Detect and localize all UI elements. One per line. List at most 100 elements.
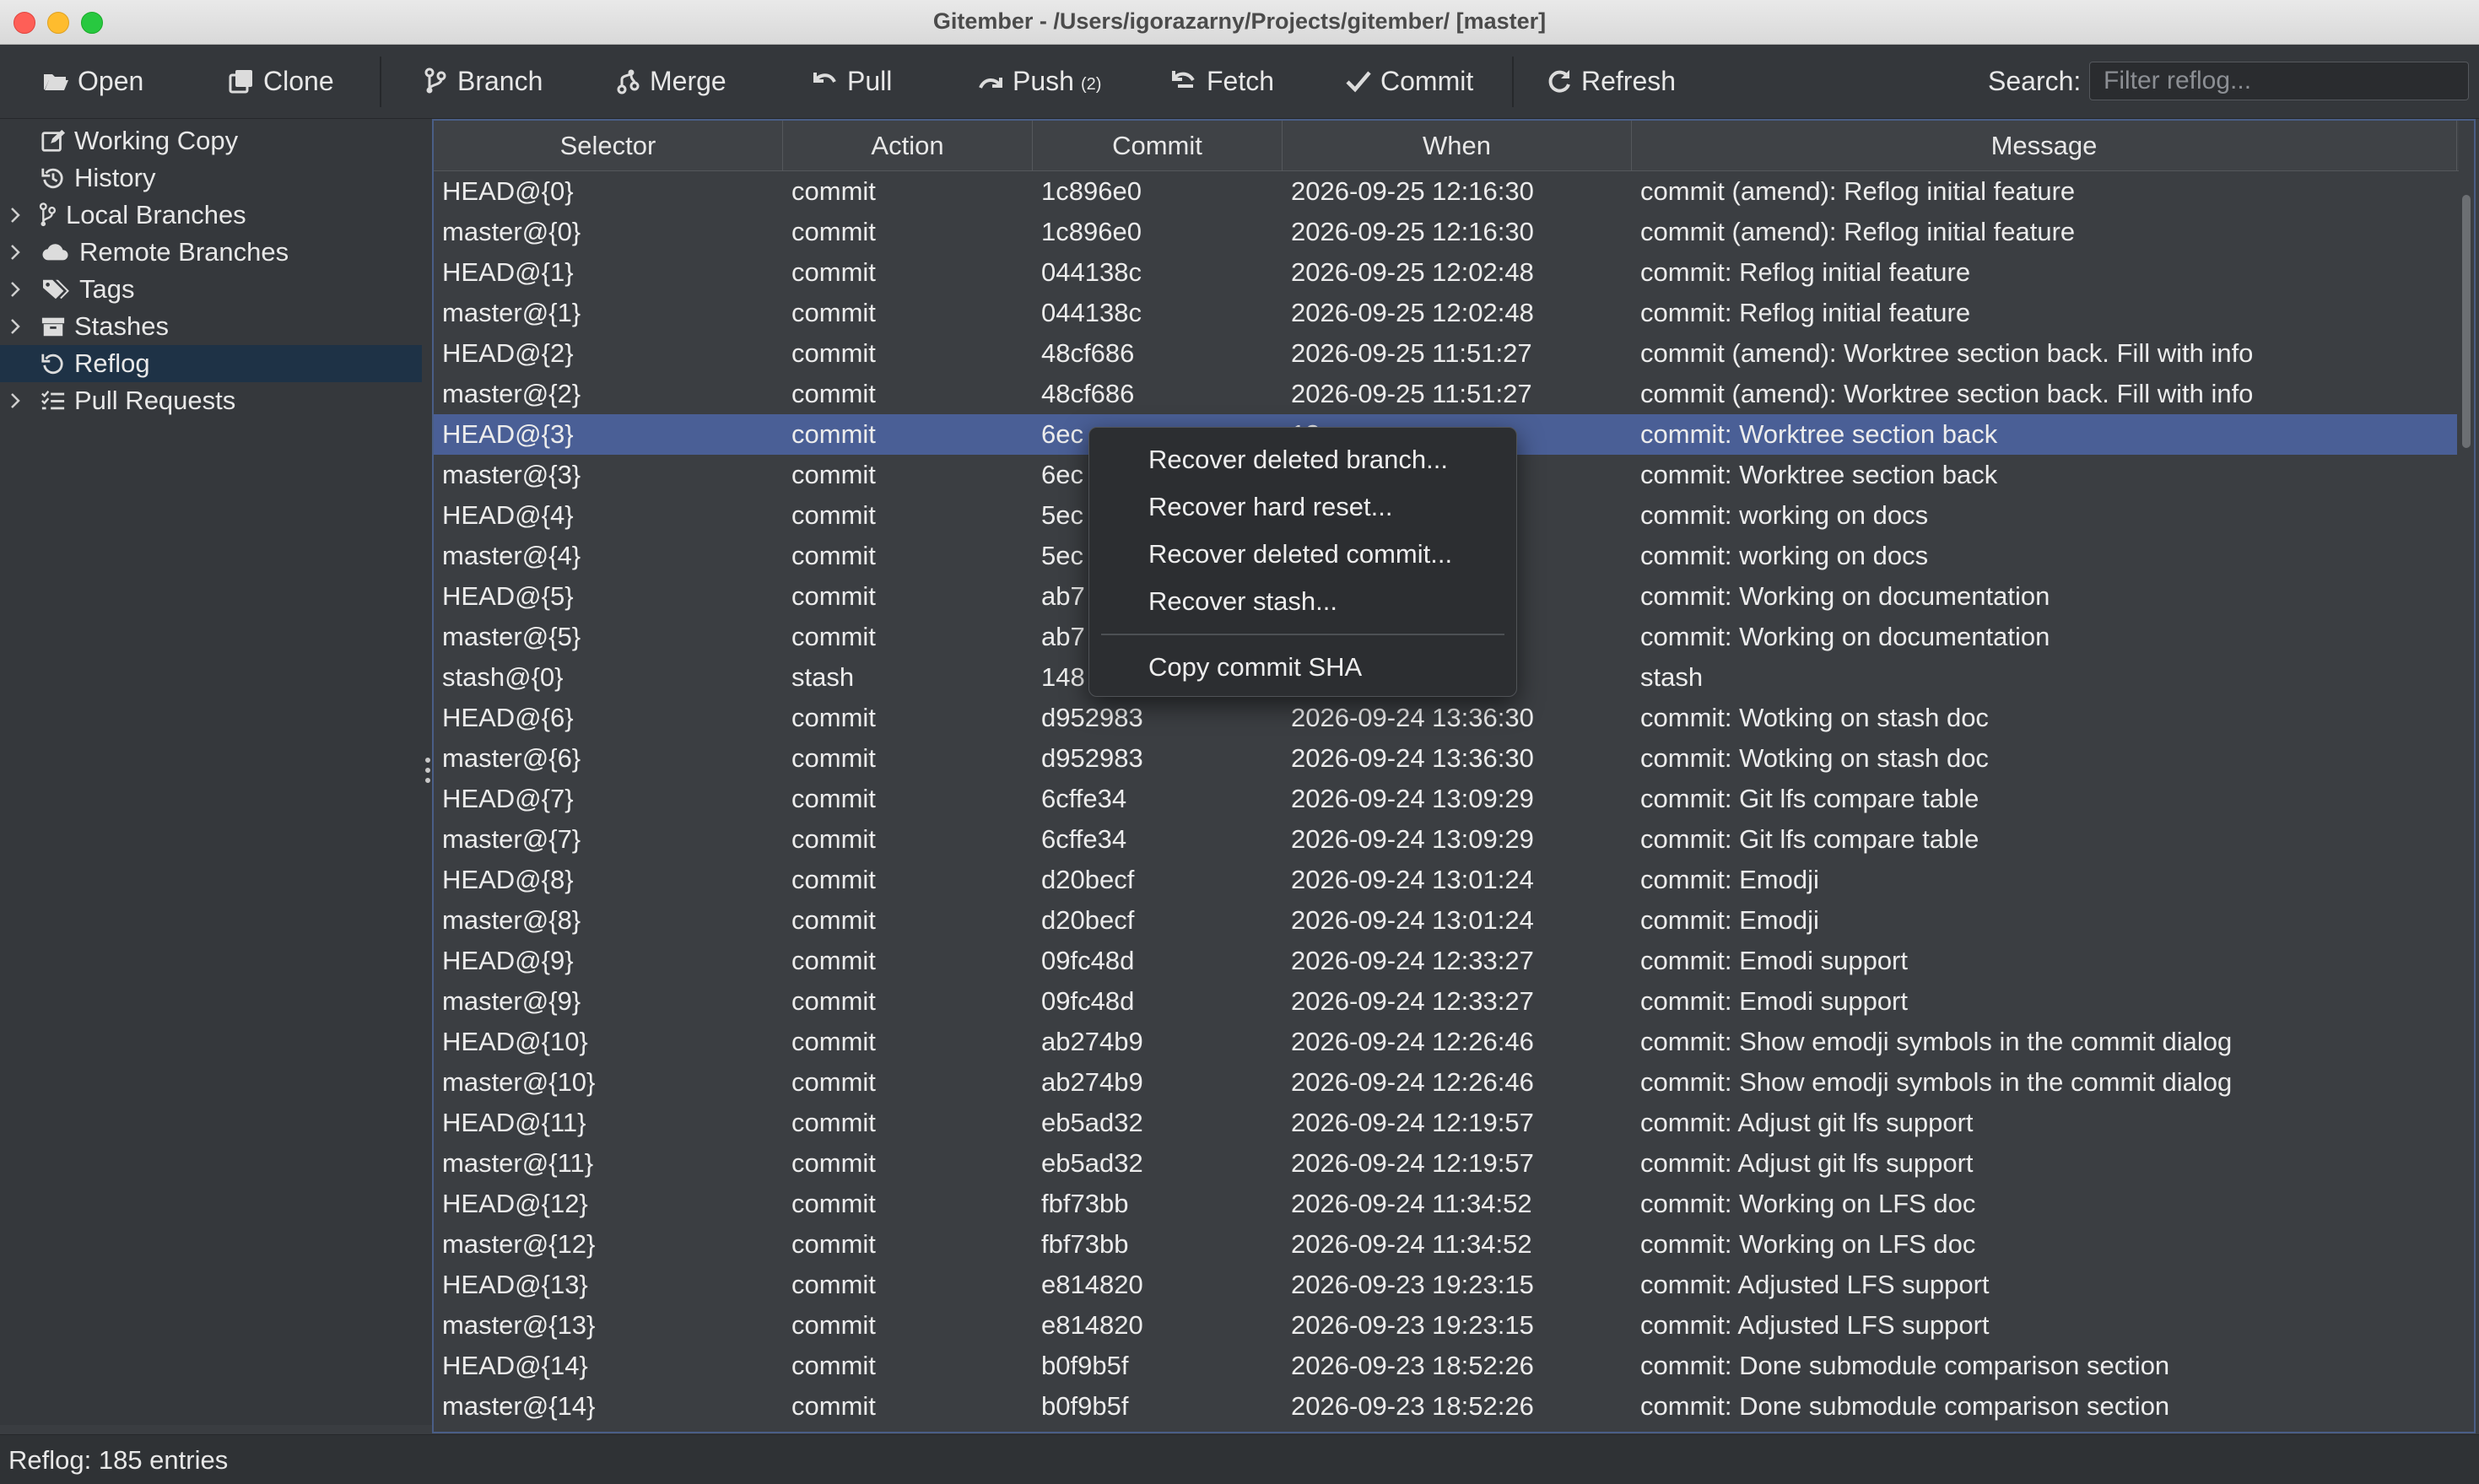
table-row[interactable]: master@{12} commit fbf73bb 2026-09-24 11:34…	[434, 1224, 2457, 1265]
refresh-label: Refresh	[1581, 65, 1677, 96]
cell-commit: b0f9b5f	[1041, 1391, 1129, 1421]
cell-message: commit: Emodji	[1640, 905, 1819, 935]
toolbar-separator	[1512, 57, 1514, 107]
fetch-button[interactable]: Fetch	[1171, 60, 1274, 102]
table-row[interactable]: master@{10} commit ab274b9 2026-09-24 12:26…	[434, 1062, 2457, 1103]
cell-selector: HEAD@{4}	[442, 500, 574, 530]
cell-message: commit: working on docs	[1640, 500, 1929, 530]
checkmark-icon	[1346, 71, 1371, 93]
sidebar-item-label: Stashes	[74, 311, 170, 341]
cell-when: 2026-09-23 19:23:15	[1291, 1310, 1534, 1340]
sidebar-item-working-copy[interactable]: Working Copy	[0, 122, 422, 159]
table-row[interactable]: HEAD@{13} commit e814820 2026-09-23 19:23:1…	[434, 1265, 2457, 1305]
reflog-filter-input[interactable]	[2089, 62, 2469, 100]
table-row[interactable]: HEAD@{14} commit b0f9b5f 2026-09-23 18:52:2…	[434, 1346, 2457, 1386]
table-row[interactable]: master@{2} commit 48cf686 2026-09-25 11:51:…	[434, 374, 2457, 414]
menu-item-recover-hard-reset[interactable]: Recover hard reset...	[1089, 487, 1516, 527]
pull-button[interactable]: Pull	[812, 60, 892, 102]
branch-label: Branch	[457, 65, 543, 96]
sidebar-item-tags[interactable]: Tags	[0, 271, 422, 308]
sidebar-item-remote-branches[interactable]: Remote Branches	[0, 234, 422, 271]
cell-commit: ab274b9	[1041, 1027, 1143, 1056]
cell-action: commit	[791, 946, 876, 975]
table-row[interactable]: HEAD@{6} commit d952983 2026-09-24 13:36:30…	[434, 698, 2457, 738]
push-button[interactable]: Push (2)	[977, 60, 1101, 102]
cell-action: commit	[791, 379, 876, 408]
table-row[interactable]: HEAD@{8} commit d20becf 2026-09-24 13:01:24…	[434, 860, 2457, 900]
table-row[interactable]: HEAD@{1} commit 044138c 2026-09-25 12:02:48…	[434, 252, 2457, 293]
table-row[interactable]: master@{0} commit 1c896e0 2026-09-25 12:16:…	[434, 212, 2457, 252]
sidebar-item-local-branches[interactable]: Local Branches	[0, 197, 422, 234]
splitter-grip	[425, 768, 430, 773]
folder-open-icon	[44, 74, 68, 90]
chevron-right-icon[interactable]	[8, 241, 22, 263]
table-row[interactable]: master@{13} commit e814820 2026-09-23 19:23…	[434, 1305, 2457, 1346]
chevron-right-icon[interactable]	[8, 390, 22, 412]
open-button[interactable]: Open	[42, 60, 143, 102]
branch-button[interactable]: Branch	[422, 60, 543, 102]
table-row[interactable]: HEAD@{7} commit 6cffe34 2026-09-24 13:09:29…	[434, 779, 2457, 819]
column-header-message[interactable]: Message	[1632, 121, 2457, 170]
cell-when: 2026-09-24 12:26:46	[1291, 1067, 1534, 1097]
commit-label: Commit	[1380, 65, 1474, 96]
cell-action: commit	[791, 500, 876, 530]
chevron-right-icon[interactable]	[8, 316, 22, 337]
cell-selector: HEAD@{14}	[442, 1351, 588, 1380]
cell-action: commit	[791, 1351, 876, 1380]
merge-button[interactable]: Merge	[614, 60, 726, 102]
menu-item-recover-stash[interactable]: Recover stash...	[1089, 581, 1516, 622]
vertical-scrollbar[interactable]	[2462, 195, 2471, 448]
fetch-label: Fetch	[1207, 65, 1275, 96]
chevron-right-icon[interactable]	[8, 278, 22, 300]
app-window: Gitember - /Users/igorazarny/Projects/gi…	[0, 0, 2479, 1484]
column-header-selector[interactable]: Selector	[434, 121, 783, 170]
cell-action: commit	[791, 865, 876, 894]
table-row[interactable]: master@{9} commit 09fc48d 2026-09-24 12:33:…	[434, 981, 2457, 1022]
cell-action: commit	[791, 905, 876, 935]
cell-selector: master@{13}	[442, 1310, 596, 1340]
sidebar-item-history[interactable]: History	[0, 159, 422, 197]
table-row[interactable]: HEAD@{11} commit eb5ad32 2026-09-24 12:19:5…	[434, 1103, 2457, 1143]
sidebar-item-label: Reflog	[74, 348, 150, 378]
cell-when: 2026-09-25 12:16:30	[1291, 217, 1534, 246]
cell-selector: master@{4}	[442, 541, 581, 570]
table-row[interactable]: HEAD@{10} commit ab274b9 2026-09-24 12:26:4…	[434, 1022, 2457, 1062]
column-header-when[interactable]: When	[1283, 121, 1632, 170]
clone-label: Clone	[263, 65, 334, 96]
menu-divider	[1101, 634, 1504, 635]
menu-item-recover-deleted-commit[interactable]: Recover deleted commit...	[1089, 534, 1516, 575]
column-header-commit[interactable]: Commit	[1033, 121, 1283, 170]
table-row[interactable]: master@{8} commit d20becf 2026-09-24 13:01:…	[434, 900, 2457, 941]
table-row[interactable]: master@{11} commit eb5ad32 2026-09-24 12:19…	[434, 1143, 2457, 1184]
table-row[interactable]: HEAD@{2} commit 48cf686 2026-09-25 11:51:27…	[434, 333, 2457, 374]
cell-action: commit	[791, 1270, 876, 1299]
table-row[interactable]: master@{14} commit b0f9b5f 2026-09-23 18:52…	[434, 1386, 2457, 1427]
table-row[interactable]: master@{7} commit 6cffe34 2026-09-24 13:09:…	[434, 819, 2457, 860]
sidebar-item-reflog[interactable]: Reflog	[0, 345, 422, 382]
table-row[interactable]: master@{1} commit 044138c 2026-09-25 12:02:…	[434, 293, 2457, 333]
menu-item-recover-deleted-branch[interactable]: Recover deleted branch...	[1089, 440, 1516, 480]
clone-button[interactable]: Clone	[228, 60, 334, 102]
table-row[interactable]: HEAD@{12} commit fbf73bb 2026-09-24 11:34:5…	[434, 1184, 2457, 1224]
commit-button[interactable]: Commit	[1345, 60, 1473, 102]
sidebar-item-pull-requests[interactable]: Pull Requests	[0, 382, 422, 419]
history-icon	[41, 168, 63, 189]
sidebar-item-stashes[interactable]: Stashes	[0, 308, 422, 345]
redo-arrow-icon	[979, 78, 1002, 89]
chevron-right-icon[interactable]	[8, 204, 22, 226]
cell-selector: HEAD@{7}	[442, 784, 574, 813]
cell-action: commit	[791, 1148, 876, 1178]
cell-commit: e814820	[1041, 1310, 1143, 1340]
table-row[interactable]: master@{6} commit d952983 2026-09-24 13:36:…	[434, 738, 2457, 779]
cell-message: commit: Reflog initial feature	[1640, 257, 1971, 287]
cell-commit: 044138c	[1041, 298, 1142, 327]
cell-when: 2026-09-24 11:34:52	[1291, 1229, 1532, 1259]
column-header-action[interactable]: Action	[783, 121, 1033, 170]
refresh-button[interactable]: Refresh	[1546, 60, 1676, 102]
cell-action: commit	[791, 1310, 876, 1340]
table-row[interactable]: HEAD@{9} commit 09fc48d 2026-09-24 12:33:27…	[434, 941, 2457, 981]
sidebar-item-label: Local Branches	[66, 200, 246, 229]
menu-item-copy-commit-sha[interactable]: Copy commit SHA	[1089, 647, 1516, 688]
table-row[interactable]: HEAD@{0} commit 1c896e0 2026-09-25 12:16:30…	[434, 171, 2457, 212]
cell-when: 2026-09-24 12:26:46	[1291, 1027, 1534, 1056]
